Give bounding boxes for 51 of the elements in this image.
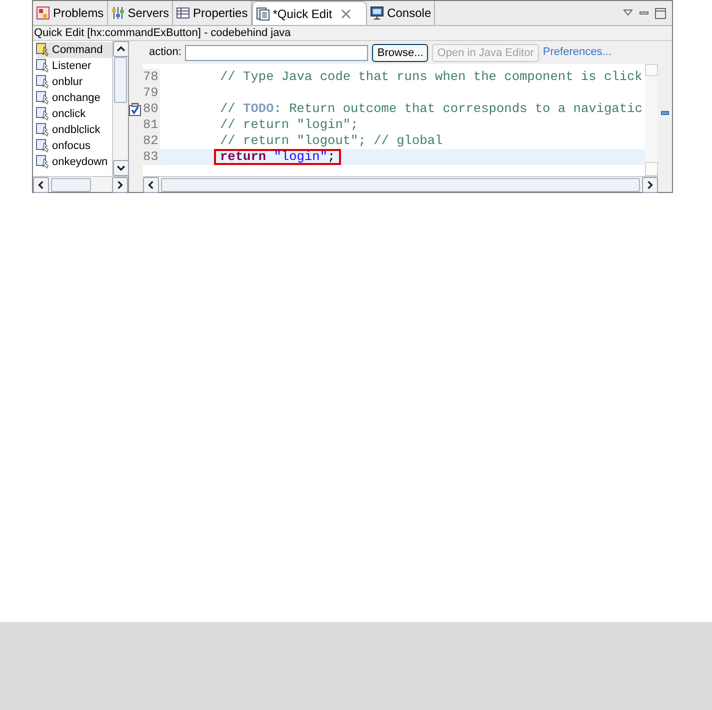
browse-button[interactable]: Browse...	[372, 44, 428, 62]
tab-label: *Quick Edit	[272, 6, 332, 22]
scroll-left-button[interactable]	[33, 176, 49, 192]
tab-label: Console	[387, 5, 432, 22]
scroll-right-button[interactable]	[642, 176, 658, 192]
code-line: // return "login";	[220, 119, 358, 131]
minimize-icon[interactable]	[639, 9, 649, 17]
view-menu-icon[interactable]	[623, 9, 633, 17]
event-item[interactable]: Command	[36, 42, 112, 58]
line-number: 82	[143, 133, 160, 149]
event-item[interactable]: Listener	[36, 58, 112, 74]
scroll-up-button[interactable]	[113, 41, 129, 57]
tab-label: Servers	[128, 5, 170, 22]
maximize-icon[interactable]	[655, 8, 666, 18]
tab-label: Properties	[193, 5, 248, 22]
action-field[interactable]	[185, 44, 368, 60]
document-icon	[256, 6, 270, 20]
action-label: action:	[149, 45, 182, 60]
code-line: // return "logout"; // global	[220, 135, 443, 147]
monitor-icon	[370, 6, 384, 20]
vertical-scrollbar[interactable]	[112, 41, 128, 176]
event-item[interactable]: onfocus	[36, 138, 112, 154]
horizontal-scrollbar[interactable]	[33, 176, 128, 192]
code-line: // TODO: Return outcome that corresponds to a navigatic	[220, 103, 642, 115]
view-tab[interactable]: *Quick Edit	[252, 1, 368, 25]
overview-marker[interactable]	[661, 111, 669, 115]
line-number: 81	[143, 117, 160, 133]
view-title: Quick Edit [hx:commandExButton] - codebehind java	[33, 26, 292, 40]
scroll-down-button[interactable]	[113, 160, 129, 176]
tab-label: Problems	[53, 5, 104, 22]
scroll-left-button[interactable]	[143, 176, 159, 192]
event-item[interactable]: ondblclick	[36, 122, 112, 138]
horizontal-scrollbar[interactable]	[143, 176, 658, 192]
event-item[interactable]: onchange	[36, 90, 112, 106]
line-number: 80	[143, 101, 160, 117]
sliders-icon	[110, 6, 125, 20]
code-line: // Type Java code that runs when the component is click	[220, 71, 642, 83]
event-item[interactable]: onclick	[36, 106, 112, 122]
scroll-right-button[interactable]	[112, 176, 128, 192]
line-number: 79	[143, 85, 160, 101]
view-tab[interactable]: Servers	[108, 1, 174, 25]
event-item[interactable]: onkeydown	[36, 154, 112, 170]
task-checkbox-icon	[129, 102, 141, 116]
vertical-scrollbar[interactable]	[645, 64, 658, 176]
preferences-link[interactable]: Preferences...	[542, 44, 612, 61]
line-number: 83	[143, 149, 160, 165]
table-icon	[176, 6, 190, 20]
close-icon[interactable]	[341, 8, 352, 18]
line-number: 78	[143, 69, 160, 85]
warning-board-icon	[36, 6, 50, 20]
event-item[interactable]: onblur	[36, 74, 112, 90]
